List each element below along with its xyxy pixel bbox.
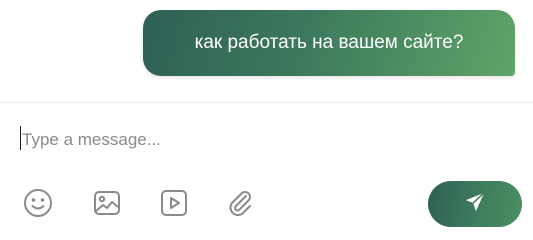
message-text: как работать на вашем сайте?: [194, 32, 464, 53]
attach-file-button[interactable]: [222, 185, 258, 221]
image-upload-button[interactable]: [89, 185, 125, 221]
video-icon: [158, 187, 190, 219]
emoji-button[interactable]: [20, 185, 56, 221]
composer-divider: [0, 102, 533, 103]
emoji-icon: [22, 187, 54, 219]
message-input[interactable]: [18, 122, 518, 158]
send-icon: [464, 191, 486, 218]
attachment-icon: [224, 187, 256, 219]
outgoing-message-bubble: как работать на вашем сайте?: [143, 10, 515, 76]
send-button[interactable]: [428, 181, 522, 227]
video-upload-button[interactable]: [156, 185, 192, 221]
chat-messages-area: как работать на вашем сайте?: [0, 0, 533, 102]
image-icon: [91, 187, 123, 219]
message-input-container[interactable]: [18, 122, 518, 158]
